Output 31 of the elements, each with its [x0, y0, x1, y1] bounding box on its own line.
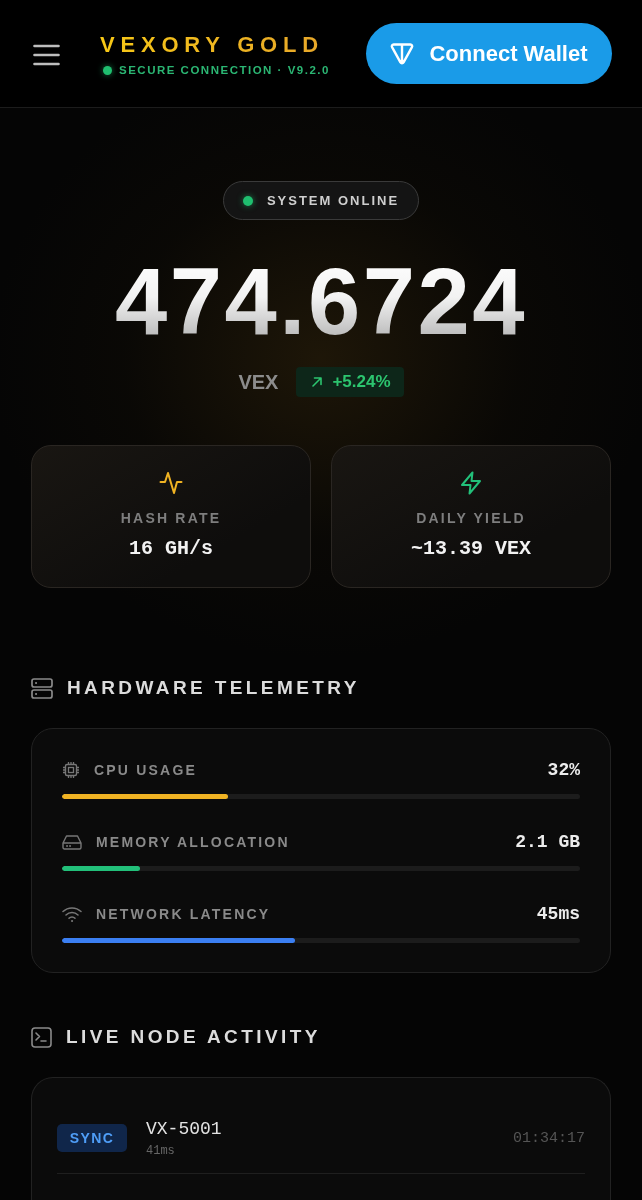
node-id: VX-5001 — [146, 1118, 222, 1141]
currency-unit: VEX — [238, 370, 279, 394]
server-icon — [31, 677, 53, 699]
hard-drive-icon — [62, 834, 82, 850]
terminal-icon — [31, 1026, 52, 1048]
section-title: LIVE NODE ACTIVITY — [66, 1025, 321, 1049]
change-percent: +5.24% — [332, 372, 391, 392]
metric-label: NETWORK LATENCY — [96, 906, 271, 922]
metric-value: 45ms — [536, 904, 580, 924]
metric-label: CPU USAGE — [94, 762, 198, 778]
metric-value: 32% — [547, 760, 580, 780]
chip-icon — [62, 761, 80, 779]
metric-label: MEMORY ALLOCATION — [96, 834, 290, 850]
stat-label: DAILY YIELD — [416, 509, 526, 527]
status-badge: SYNC — [57, 1124, 127, 1152]
menu-icon[interactable] — [33, 43, 60, 66]
metric-value: 2.1 GB — [515, 832, 580, 852]
lightning-bolt-icon — [459, 471, 483, 495]
connection-status-text: SECURE CONNECTION · V9.2.0 — [119, 63, 330, 77]
activity-time: 01:34:17 — [513, 1129, 585, 1147]
connect-wallet-button[interactable]: Connect Wallet — [366, 23, 612, 84]
wifi-icon — [62, 906, 82, 922]
pulse-icon — [159, 471, 183, 495]
stat-label: HASH RATE — [120, 509, 222, 527]
stat-value: 16 GH/s — [129, 537, 213, 561]
arrow-up-right-icon — [312, 377, 323, 387]
triangle-logo-icon — [390, 42, 415, 65]
system-status-text: SYSTEM ONLINE — [266, 193, 400, 208]
stat-value: ~13.39 VEX — [411, 537, 531, 561]
node-latency: 41ms — [146, 1143, 176, 1159]
section-title: HARDWARE TELEMETRY — [67, 676, 360, 700]
